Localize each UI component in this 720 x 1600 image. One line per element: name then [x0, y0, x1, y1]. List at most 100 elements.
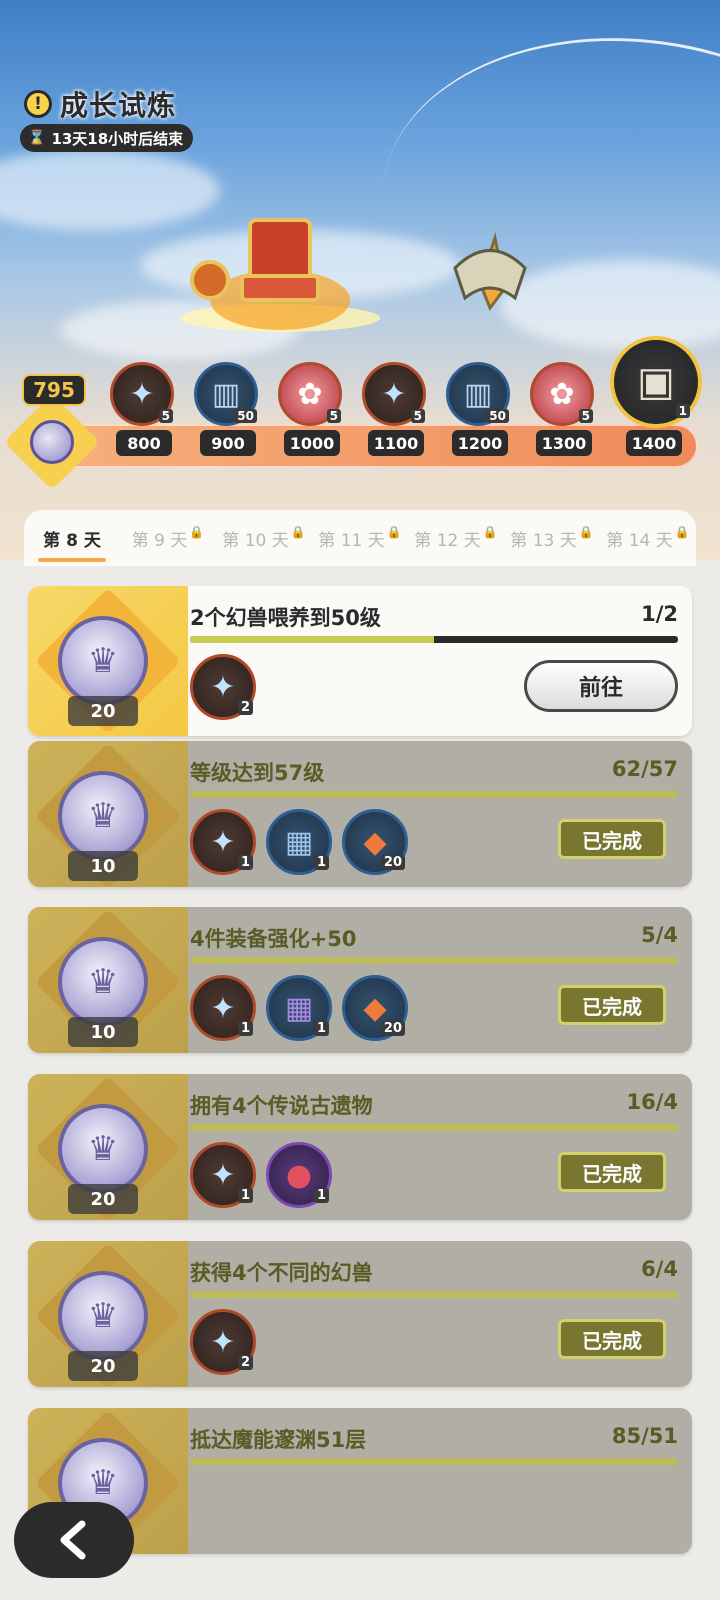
chevron-left-icon [60, 1520, 86, 1560]
ore-crate-icon[interactable]: ▦ 1 [266, 809, 332, 875]
coin-count: 20 [68, 696, 138, 726]
completed-badge: 已完成 [558, 819, 666, 859]
tab-day-8[interactable]: 第 8 天 [24, 510, 120, 566]
milestone-label: 1100 [368, 430, 424, 456]
info-icon[interactable]: ! [24, 90, 52, 118]
timer-text: 13天18小时后结束 [51, 129, 184, 148]
tab-day-9[interactable]: 第 9 天 🔒 [120, 510, 216, 566]
milestone-reward-1100[interactable]: ✦ 5 [362, 362, 426, 426]
lock-icon: 🔒 [386, 525, 402, 539]
tab-day-14[interactable]: 第 14 天 🔒 [600, 510, 696, 566]
trial-coin-icon: ♛ [58, 771, 148, 861]
trial-coin-icon: ♛ [58, 1271, 148, 1361]
trial-coin-icon [30, 420, 74, 464]
milestone-reward-800[interactable]: ✦ 5 [110, 362, 174, 426]
task-progress: 16/4 [626, 1090, 678, 1114]
milestone-label: 1400 [626, 430, 682, 456]
task-progress: 85/51 [611, 1424, 678, 1448]
task-progress-bar [190, 1291, 678, 1298]
task-title: 2个幻兽喂养到50级 [190, 606, 381, 630]
hourglass-icon: ⌛ [28, 130, 46, 146]
task-progress: 62/57 [611, 757, 678, 781]
task-progress: 1/2 [641, 602, 678, 626]
completed-badge: 已完成 [558, 1319, 666, 1359]
reward-list: ✦ 1 ● 1 [190, 1142, 332, 1208]
trial-coin-icon: ♛ [58, 937, 148, 1027]
crystal-star-icon[interactable]: ✦ 2 [190, 1309, 256, 1375]
task-card: ♛ 20 拥有4个传说古遗物 16/4 ✦ 1 ● 1 已完成 [28, 1074, 692, 1220]
trial-coin-icon: ♛ [58, 1104, 148, 1194]
task-reward-panel: ♛ 20 [28, 1241, 188, 1387]
milestone-reward-1300[interactable]: ✿ 5 [530, 362, 594, 426]
completed-badge: 已完成 [558, 985, 666, 1025]
task-title: 拥有4个传说古遗物 [190, 1094, 373, 1118]
crystal-star-icon: ✦ 5 [110, 362, 174, 426]
coin-count: 20 [68, 1351, 138, 1381]
chest-icon: ▣ [637, 359, 675, 405]
task-progress: 6/4 [641, 1257, 678, 1281]
tab-day-10[interactable]: 第 10 天 🔒 [216, 510, 312, 566]
coin-count: 10 [68, 851, 138, 881]
points-value: 795 [22, 374, 86, 406]
reward-list: ✦ 1 ▦ 1 ◆ 20 [190, 809, 408, 875]
reward-list: ✦ 1 ▦ 1 ◆ 20 [190, 975, 408, 1041]
task-card: ♛ 10 等级达到57级 62/57 ✦ 1 ▦ 1 ◆ 20 已完成 [28, 741, 692, 887]
crystal-star-icon: ✦ 5 [362, 362, 426, 426]
scroll-icon: ▥ 50 [446, 362, 510, 426]
task-progress: 5/4 [641, 923, 678, 947]
page-title: 成长试炼 [60, 89, 177, 122]
title-row: ! 成长试炼 [24, 84, 176, 124]
day-tabs: 第 8 天 第 9 天 🔒 第 10 天 🔒 第 11 天 🔒 第 12 天 🔒 第 1… [24, 510, 696, 566]
apple-icon[interactable]: ● 1 [266, 1142, 332, 1208]
back-button[interactable] [14, 1502, 134, 1578]
reward-list: ✦ 2 [190, 654, 256, 720]
paw-icon: ✿ 5 [530, 362, 594, 426]
task-progress-bar [190, 957, 678, 964]
milestone-reward-900[interactable]: ▥ 50 [194, 362, 258, 426]
milestone-label: 1000 [284, 430, 340, 456]
task-progress-bar [190, 636, 678, 643]
scroll-icon: ▥ 50 [194, 362, 258, 426]
trial-coin-icon: ♛ [58, 616, 148, 706]
task-title: 抵达魔能邃渊51层 [190, 1428, 367, 1452]
lock-icon: 🔒 [578, 525, 594, 539]
task-title: 获得4个不同的幻兽 [190, 1261, 373, 1285]
task-reward-panel: ♛ 10 [28, 907, 188, 1053]
task-card: ♛ 10 4件装备强化+50 5/4 ✦ 1 ▦ 1 ◆ 20 已完成 [28, 907, 692, 1053]
go-button[interactable]: 前往 [524, 660, 678, 712]
task-reward-panel: ♛ 20 [28, 1074, 188, 1220]
milestone-reward-1400[interactable]: ▣ 1 [610, 336, 702, 428]
paw-icon: ✿ 5 [278, 362, 342, 426]
tab-day-11[interactable]: 第 11 天 🔒 [312, 510, 408, 566]
event-banner: ! 成长试炼 ⌛ 13天18小时后结束 [0, 0, 720, 560]
fire-crystal-icon[interactable]: ◆ 20 [342, 975, 408, 1041]
coin-count: 20 [68, 1184, 138, 1214]
gem-crate-icon[interactable]: ▦ 1 [266, 975, 332, 1041]
milestone-reward-1200[interactable]: ▥ 50 [446, 362, 510, 426]
milestone-label: 800 [116, 430, 172, 456]
reward-list: ✦ 2 [190, 1309, 256, 1375]
crystal-star-icon[interactable]: ✦ 1 [190, 809, 256, 875]
task-title: 4件装备强化+50 [190, 927, 357, 951]
tab-day-13[interactable]: 第 13 天 🔒 [504, 510, 600, 566]
task-progress-bar [190, 791, 678, 798]
weapon-reward-art [453, 232, 527, 312]
task-card: ♛ 20 获得4个不同的幻兽 6/4 ✦ 2 已完成 [28, 1241, 692, 1387]
task-title: 等级达到57级 [190, 761, 325, 785]
lock-icon: 🔒 [482, 525, 498, 539]
task-progress-bar [190, 1124, 678, 1131]
completed-badge: 已完成 [558, 1152, 666, 1192]
fire-crystal-icon[interactable]: ◆ 20 [342, 809, 408, 875]
tab-day-12[interactable]: 第 12 天 🔒 [408, 510, 504, 566]
crystal-star-icon[interactable]: ✦ 2 [190, 654, 256, 720]
crystal-star-icon[interactable]: ✦ 1 [190, 975, 256, 1041]
task-list[interactable]: ♛ 20 2个幻兽喂养到50级 1/2 ✦ 2 前往 ♛ 10 等级达到57级 6… [0, 566, 720, 1600]
crystal-star-icon[interactable]: ✦ 1 [190, 1142, 256, 1208]
milestone-reward-1000[interactable]: ✿ 5 [278, 362, 342, 426]
lock-icon: 🔒 [674, 525, 690, 539]
coin-count: 10 [68, 1017, 138, 1047]
event-timer: ⌛ 13天18小时后结束 [20, 124, 194, 152]
milestone-label: 1200 [452, 430, 508, 456]
task-reward-panel: ♛ 20 [28, 586, 188, 736]
task-progress-bar [190, 1458, 678, 1465]
